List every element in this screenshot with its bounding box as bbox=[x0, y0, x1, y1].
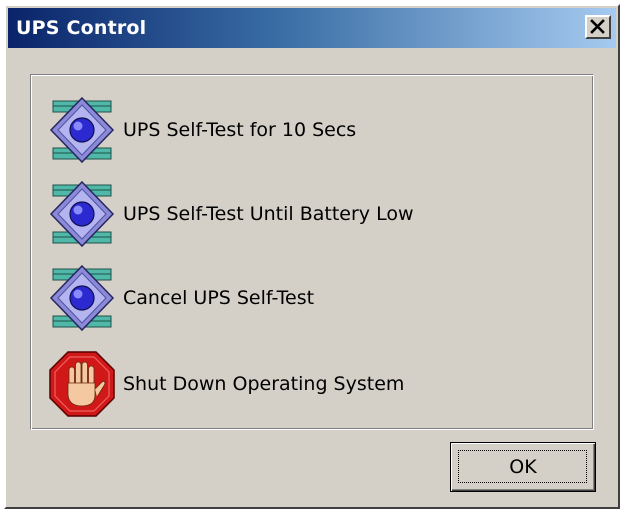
ok-button-label: OK bbox=[509, 456, 537, 478]
cancel-self-test-label: Cancel UPS Self-Test bbox=[123, 287, 315, 309]
actions-group: UPS Self-Test for 10 Secs UPS Self-Test … bbox=[30, 74, 594, 430]
stop-hand-icon bbox=[49, 351, 115, 417]
self-test-icon bbox=[49, 180, 115, 248]
close-button[interactable] bbox=[585, 15, 611, 39]
shut-down-os-action[interactable]: Shut Down Operating System bbox=[47, 349, 567, 425]
title-bar[interactable]: UPS Control bbox=[8, 8, 616, 48]
shut-down-os-label: Shut Down Operating System bbox=[123, 373, 405, 395]
cancel-self-test-action[interactable]: Cancel UPS Self-Test bbox=[47, 263, 567, 339]
self-test-10-secs-label: UPS Self-Test for 10 Secs bbox=[123, 119, 357, 141]
self-test-until-battery-low-action[interactable]: UPS Self-Test Until Battery Low bbox=[47, 179, 567, 255]
window-title: UPS Control bbox=[16, 17, 147, 39]
self-test-until-battery-low-label: UPS Self-Test Until Battery Low bbox=[123, 203, 414, 225]
self-test-icon bbox=[49, 96, 115, 164]
ok-button[interactable]: OK bbox=[450, 442, 596, 492]
self-test-10-secs-action[interactable]: UPS Self-Test for 10 Secs bbox=[47, 95, 567, 171]
ups-control-dialog: UPS Control UPS Self-Test for 10 Secs UP… bbox=[4, 4, 620, 509]
close-icon bbox=[590, 19, 605, 34]
self-test-icon bbox=[49, 264, 115, 332]
